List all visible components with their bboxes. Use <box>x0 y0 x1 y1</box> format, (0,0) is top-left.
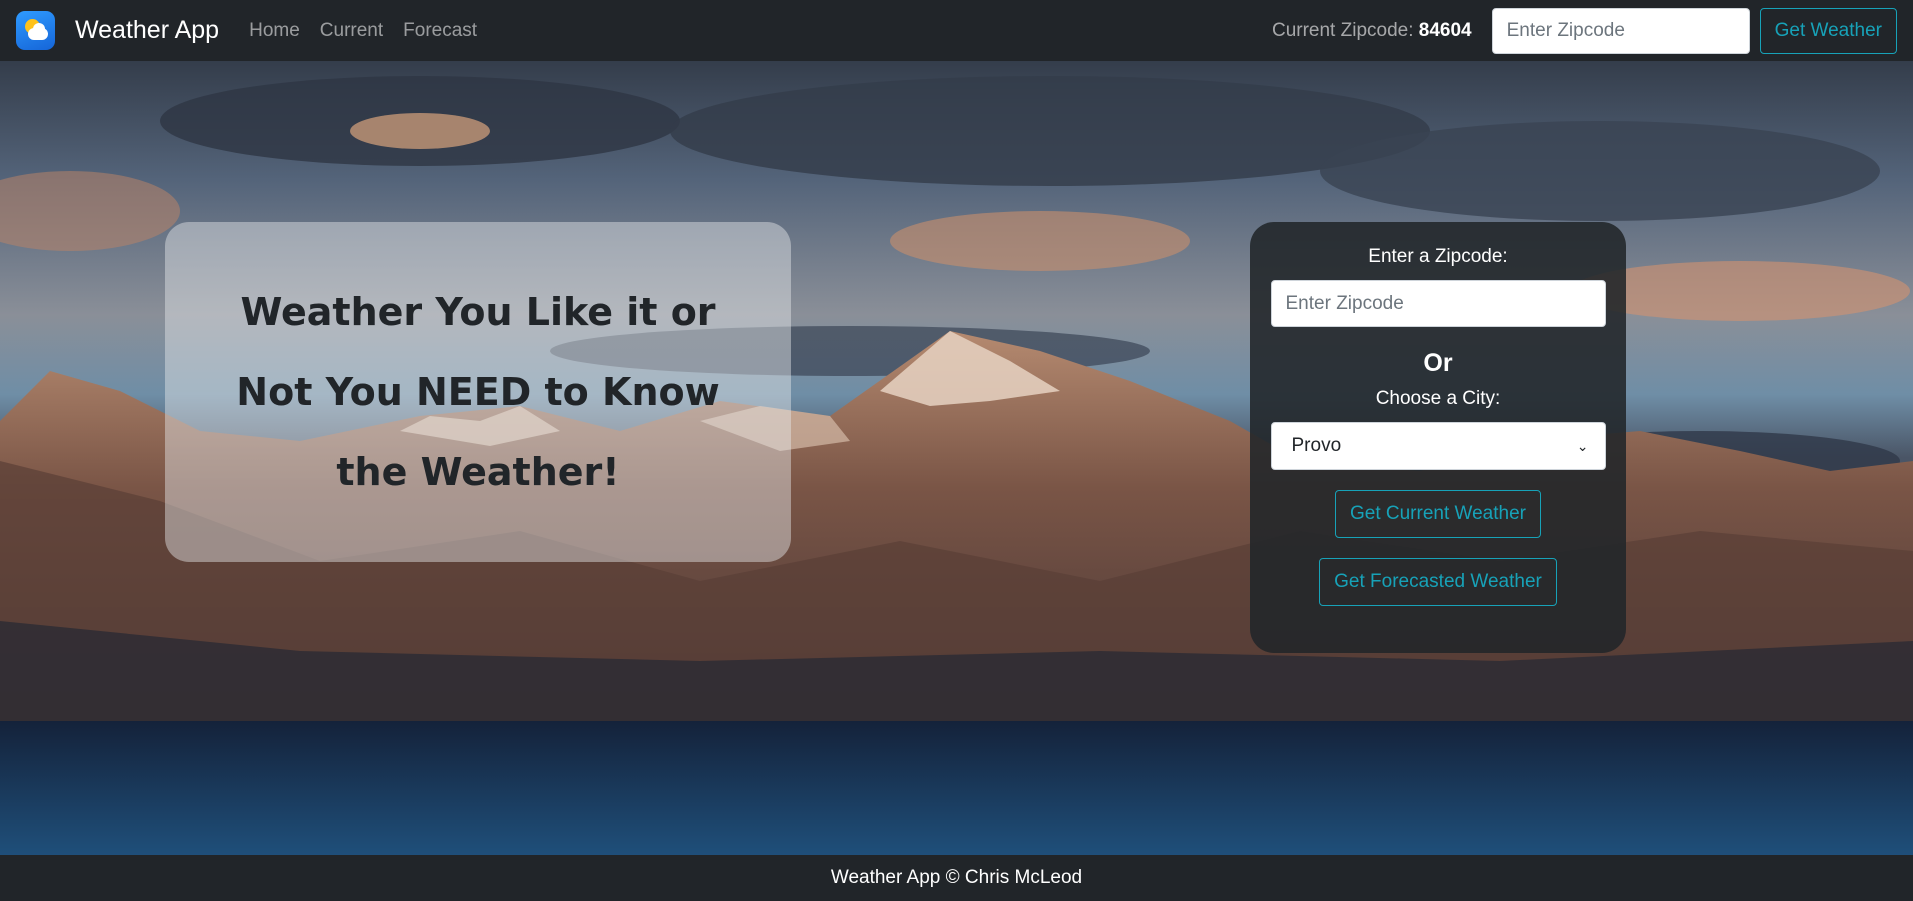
headline-box: Weather You Like it or Not You NEED to K… <box>165 222 791 562</box>
city-label: Choose a City: <box>1375 388 1501 409</box>
chevron-down-icon: ⌄ <box>1576 437 1589 454</box>
current-zipcode-label: Current Zipcode: <box>1271 19 1414 41</box>
hero-headline: Weather You Like it or Not You NEED to K… <box>236 290 720 494</box>
weather-form-card: Enter a Zipcode: Or Choose a City: Provo… <box>1250 222 1626 653</box>
brand-name: Weather App <box>75 16 220 44</box>
nav-link-forecast[interactable]: Forecast <box>403 20 477 42</box>
city-select[interactable]: Provo ⌄ <box>1270 422 1606 470</box>
hero-background: Weather You Like it or Not You NEED to K… <box>0 61 1913 855</box>
footer: Weather App © Chris McLeod <box>0 855 1913 901</box>
nav-zip-form: Current Zipcode: 84604 Get Weather <box>1272 7 1897 54</box>
get-current-weather-button[interactable]: Get Current Weather <box>1334 490 1541 538</box>
nav-zipcode-input[interactable] <box>1491 7 1750 54</box>
zipcode-input[interactable] <box>1270 280 1606 327</box>
current-zipcode-value: 84604 <box>1418 19 1472 41</box>
current-zipcode: Current Zipcode: 84604 <box>1272 20 1472 42</box>
weather-logo-icon <box>16 11 55 50</box>
nav-link-home[interactable]: Home <box>249 20 300 42</box>
navbar: Weather App Home Current Forecast Curren… <box>0 0 1913 61</box>
footer-credit: Weather App © Chris McLeod <box>830 867 1083 888</box>
or-divider: Or <box>1423 349 1453 377</box>
get-forecasted-weather-button[interactable]: Get Forecasted Weather <box>1319 558 1557 606</box>
zipcode-label: Enter a Zipcode: <box>1368 246 1508 267</box>
city-select-value: Provo <box>1291 435 1342 456</box>
nav-link-current[interactable]: Current <box>320 20 383 42</box>
get-weather-button[interactable]: Get Weather <box>1759 7 1897 54</box>
brand[interactable]: Weather App <box>16 11 219 50</box>
